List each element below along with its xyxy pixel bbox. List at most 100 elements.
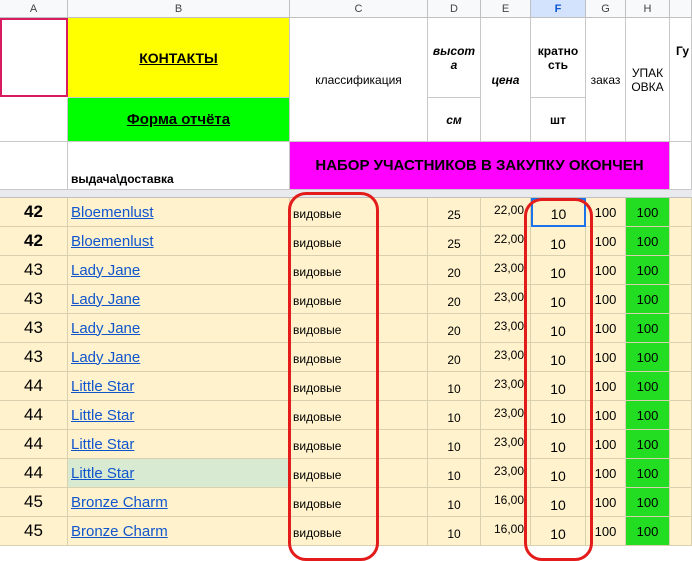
order-cell[interactable]: 100 [586, 227, 626, 256]
extra-cell[interactable] [670, 198, 692, 227]
price-cell[interactable]: 23,00 [481, 285, 531, 314]
multiplicity-cell[interactable]: 10 [531, 314, 586, 343]
extra-cell[interactable] [670, 256, 692, 285]
order-cell[interactable]: 100 [586, 430, 626, 459]
multiplicity-cell[interactable]: 10 [531, 198, 586, 227]
order-header[interactable]: заказ [586, 18, 626, 142]
multiplicity-cell[interactable]: 10 [531, 401, 586, 430]
height-cell[interactable]: 10 [428, 430, 481, 459]
multiplicity-cell[interactable]: 10 [531, 285, 586, 314]
multiplicity-cell[interactable]: 10 [531, 459, 586, 488]
row-number-cell[interactable]: 42 [0, 227, 68, 256]
price-cell[interactable]: 23,00 [481, 430, 531, 459]
extra-cell[interactable] [670, 488, 692, 517]
price-cell[interactable]: 22,00 [481, 227, 531, 256]
classification-cell[interactable]: видовые [290, 256, 428, 285]
order-cell[interactable]: 100 [586, 343, 626, 372]
multiplicity-cell[interactable]: 10 [531, 517, 586, 546]
order-cell[interactable]: 100 [586, 401, 626, 430]
classification-cell[interactable]: видовые [290, 430, 428, 459]
packing-cell[interactable]: 100 [626, 285, 670, 314]
column-header-e[interactable]: E [481, 0, 531, 18]
height-cell[interactable]: 10 [428, 459, 481, 488]
extra-cell[interactable] [670, 314, 692, 343]
extra-cell[interactable] [670, 227, 692, 256]
extra-cell[interactable] [670, 343, 692, 372]
delivery-cell[interactable]: выдача\доставка [68, 142, 290, 190]
multiplicity-header[interactable]: кратность [531, 18, 586, 98]
packing-cell[interactable]: 100 [626, 517, 670, 546]
column-header-h[interactable]: H [626, 0, 670, 18]
order-cell[interactable]: 100 [586, 285, 626, 314]
multiplicity-cell[interactable]: 10 [531, 372, 586, 401]
row-number-cell[interactable]: 44 [0, 401, 68, 430]
packing-cell[interactable]: 100 [626, 459, 670, 488]
packing-cell[interactable]: 100 [626, 227, 670, 256]
classification-cell[interactable]: видовые [290, 227, 428, 256]
multiplicity-unit-header[interactable]: шт [531, 98, 586, 142]
row-number-cell[interactable]: 44 [0, 430, 68, 459]
row-number-cell[interactable]: 43 [0, 314, 68, 343]
report-form-link[interactable]: Форма отчёта [127, 111, 230, 128]
height-cell[interactable]: 10 [428, 488, 481, 517]
multiplicity-cell[interactable]: 10 [531, 256, 586, 285]
extra-cell[interactable] [670, 517, 692, 546]
order-cell[interactable]: 100 [586, 517, 626, 546]
contacts-link-cell[interactable]: КОНТАКТЫ [68, 18, 290, 98]
column-header-f[interactable]: F [531, 0, 586, 18]
extra-cell[interactable] [670, 372, 692, 401]
classification-header[interactable]: классификация [290, 18, 428, 142]
row-number-cell[interactable]: 43 [0, 343, 68, 372]
column-header-g[interactable]: G [586, 0, 626, 18]
classification-cell[interactable]: видовые [290, 343, 428, 372]
packing-cell[interactable]: 100 [626, 343, 670, 372]
variety-link-cell[interactable]: Bronze Charm [68, 488, 290, 517]
column-header-c[interactable]: C [290, 0, 428, 18]
price-cell[interactable]: 23,00 [481, 314, 531, 343]
order-cell[interactable]: 100 [586, 256, 626, 285]
contacts-link[interactable]: КОНТАКТЫ [139, 50, 217, 66]
packing-cell[interactable]: 100 [626, 256, 670, 285]
height-cell[interactable]: 20 [428, 343, 481, 372]
price-cell[interactable]: 22,00 [481, 198, 531, 227]
variety-link-cell[interactable]: Lady Jane [68, 256, 290, 285]
price-header[interactable]: цена [481, 18, 531, 142]
height-cell[interactable]: 10 [428, 517, 481, 546]
column-header-a[interactable]: A [0, 0, 68, 18]
classification-cell[interactable]: видовые [290, 459, 428, 488]
row-number-cell[interactable]: 42 [0, 198, 68, 227]
variety-link-cell[interactable]: Little Star [68, 372, 290, 401]
variety-link-cell[interactable]: Bloemenlust [68, 198, 290, 227]
packing-cell[interactable]: 100 [626, 372, 670, 401]
variety-link-cell[interactable]: Lady Jane [68, 343, 290, 372]
extra-header[interactable]: Гу [670, 18, 692, 142]
packing-cell[interactable]: 100 [626, 430, 670, 459]
closed-banner[interactable]: НАБОР УЧАСТНИКОВ В ЗАКУПКУ ОКОНЧЕН [290, 142, 670, 190]
variety-link-cell[interactable]: Bronze Charm [68, 517, 290, 546]
variety-link-cell[interactable]: Little Star [68, 430, 290, 459]
column-header-b[interactable]: B [68, 0, 290, 18]
row-number-cell[interactable]: 43 [0, 285, 68, 314]
column-header-i[interactable] [670, 0, 692, 18]
variety-link-cell[interactable]: Bloemenlust [68, 227, 290, 256]
variety-link-cell[interactable]: Lady Jane [68, 314, 290, 343]
column-header-d[interactable]: D [428, 0, 481, 18]
multiplicity-cell[interactable]: 10 [531, 488, 586, 517]
packing-cell[interactable]: 100 [626, 314, 670, 343]
packing-cell[interactable]: 100 [626, 401, 670, 430]
height-cell[interactable]: 10 [428, 372, 481, 401]
price-cell[interactable]: 16,00 [481, 488, 531, 517]
height-cell[interactable]: 20 [428, 314, 481, 343]
order-cell[interactable]: 100 [586, 459, 626, 488]
classification-cell[interactable]: видовые [290, 372, 428, 401]
row-number-cell[interactable]: 44 [0, 459, 68, 488]
cell-a-mid[interactable] [0, 98, 68, 142]
extra-cell[interactable] [670, 401, 692, 430]
price-cell[interactable]: 23,00 [481, 372, 531, 401]
classification-cell[interactable]: видовые [290, 517, 428, 546]
cell-a-top[interactable] [0, 18, 68, 97]
height-cell[interactable]: 25 [428, 198, 481, 227]
order-cell[interactable]: 100 [586, 314, 626, 343]
height-cell[interactable]: 20 [428, 256, 481, 285]
price-cell[interactable]: 23,00 [481, 459, 531, 488]
